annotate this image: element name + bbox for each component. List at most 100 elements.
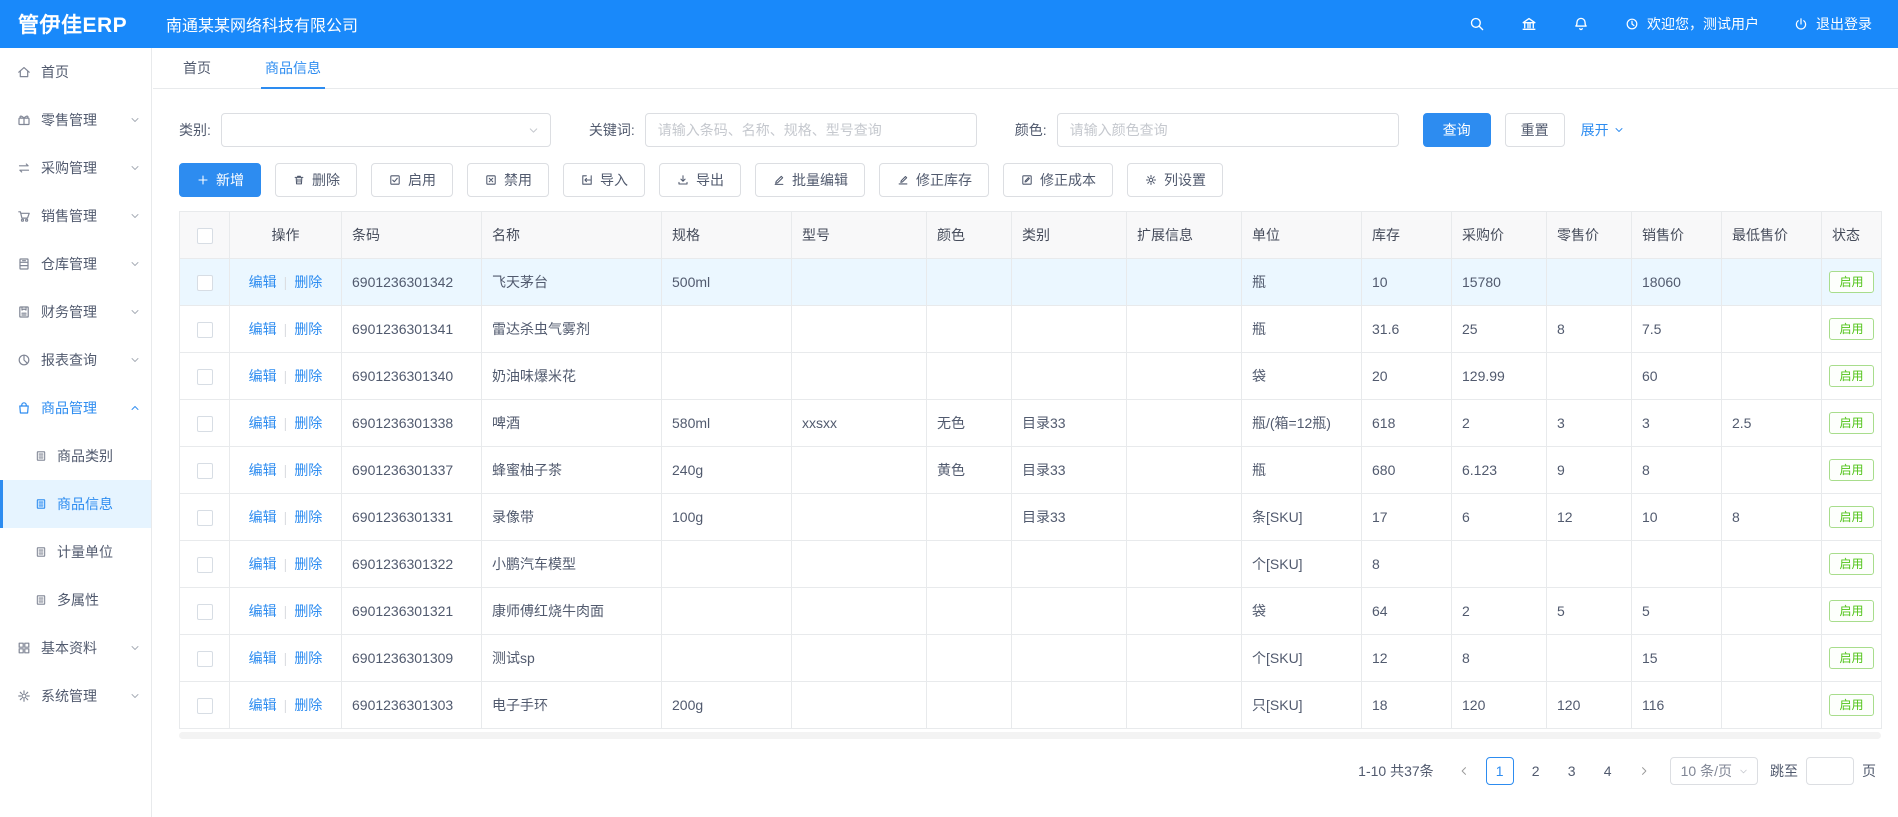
sidebar-item[interactable]: 计量单位 [0,528,151,576]
col-header-status: 状态 [1822,212,1882,259]
row-checkbox[interactable] [197,698,213,714]
toolbar-button[interactable]: 禁用 [467,163,549,197]
sidebar-item[interactable]: 零售管理 [0,96,151,144]
delete-link[interactable]: 删除 [294,603,322,619]
row-checkbox[interactable] [197,416,213,432]
edit-link[interactable]: 编辑 [249,321,277,337]
row-checkbox[interactable] [197,463,213,479]
cell-color [927,635,1012,682]
toolbar-button[interactable]: 批量编辑 [755,163,865,197]
action-toolbar: 新增 删除 启用 禁用 导入 [179,163,1880,197]
sidebar-item[interactable]: 商品类别 [0,432,151,480]
edit-link[interactable]: 编辑 [249,603,277,619]
edit-link[interactable]: 编辑 [249,697,277,713]
cell-purchase-price: 120 [1452,682,1547,729]
cell-purchase-price: 129.99 [1452,353,1547,400]
keyword-input[interactable] [645,113,977,147]
delete-link[interactable]: 删除 [294,697,322,713]
delete-link[interactable]: 删除 [294,274,322,290]
edit-link[interactable]: 编辑 [249,509,277,525]
edit-link[interactable]: 编辑 [249,368,277,384]
chevron-icon [129,210,141,222]
toolbar-button[interactable]: 列设置 [1127,163,1223,197]
jump-to-input[interactable] [1806,757,1854,785]
sidebar-item[interactable]: 多属性 [0,576,151,624]
cell-model: xxsxx [792,400,927,447]
edit-link[interactable]: 编辑 [249,274,277,290]
table-row: 编辑|删除 6901236301309 测试sp 个[SKU] 12 8 [180,635,1882,682]
sidebar-item[interactable]: 采购管理 [0,144,151,192]
horizontal-scrollbar[interactable] [179,732,1881,739]
edit-link[interactable]: 编辑 [249,462,277,478]
search-icon[interactable] [1468,15,1486,33]
delete-link[interactable]: 删除 [294,509,322,525]
bell-icon[interactable] [1572,15,1590,33]
select-all-checkbox[interactable] [197,228,213,244]
chevron-icon [129,402,141,414]
page-number-button[interactable]: 4 [1594,757,1622,785]
page-number-button[interactable]: 1 [1486,757,1514,785]
sidebar-item[interactable]: 销售管理 [0,192,151,240]
delete-link[interactable]: 删除 [294,321,322,337]
expand-link[interactable]: 展开 [1581,120,1625,140]
cell-color [927,541,1012,588]
cell-unit: 个[SKU] [1242,541,1362,588]
sidebar-item[interactable]: 基本资料 [0,624,151,672]
next-page-button[interactable] [1630,757,1658,785]
top-header-bar: 管伊佳ERP 南通某某网络科技有限公司 欢迎您，测试用户 退出登录 [0,0,1898,48]
cell-model [792,541,927,588]
page-number-button[interactable]: 2 [1522,757,1550,785]
institution-icon[interactable] [1520,15,1538,33]
row-checkbox[interactable] [197,322,213,338]
toolbar-button[interactable]: 新增 [179,163,261,197]
edit-link[interactable]: 编辑 [249,650,277,666]
tab-item[interactable]: 首页 [179,48,215,88]
delete-link[interactable]: 删除 [294,650,322,666]
toolbar-button-label: 列设置 [1164,170,1206,190]
toolbar-button[interactable]: 删除 [275,163,357,197]
delete-link[interactable]: 删除 [294,415,322,431]
category-select[interactable] [221,113,551,147]
delete-link[interactable]: 删除 [294,462,322,478]
cell-category [1012,588,1127,635]
toolbar-button[interactable]: 启用 [371,163,453,197]
row-checkbox[interactable] [197,369,213,385]
sidebar-item-icon [16,160,32,176]
link-separator: | [284,509,288,525]
cell-name: 飞天茅台 [482,259,662,306]
row-checkbox[interactable] [197,275,213,291]
cell-min-price [1722,635,1822,682]
welcome-user[interactable]: 欢迎您，测试用户 [1624,14,1759,34]
page-size-select[interactable]: 10 条/页 [1670,757,1758,785]
prev-page-button[interactable] [1450,757,1478,785]
toolbar-button[interactable]: 导入 [563,163,645,197]
chevron-icon [129,66,141,78]
row-checkbox[interactable] [197,651,213,667]
sidebar-item[interactable]: 系统管理 [0,672,151,720]
sidebar-item[interactable]: 商品信息 [0,480,151,528]
cell-barcode: 6901236301303 [342,682,482,729]
sidebar-item[interactable]: 商品管理 [0,384,151,432]
color-input[interactable] [1057,113,1399,147]
edit-link[interactable]: 编辑 [249,415,277,431]
toolbar-button[interactable]: 修正库存 [879,163,989,197]
row-checkbox[interactable] [197,557,213,573]
sidebar-item[interactable]: 财务管理 [0,288,151,336]
toolbar-button[interactable]: 修正成本 [1003,163,1113,197]
sidebar-item[interactable]: 报表查询 [0,336,151,384]
row-checkbox[interactable] [197,510,213,526]
delete-link[interactable]: 删除 [294,556,322,572]
sidebar-item[interactable]: 首页 [0,48,151,96]
reset-button[interactable]: 重置 [1505,113,1565,147]
sidebar-item[interactable]: 仓库管理 [0,240,151,288]
search-button[interactable]: 查询 [1423,113,1491,147]
cell-color [927,353,1012,400]
delete-link[interactable]: 删除 [294,368,322,384]
toolbar-button[interactable]: 导出 [659,163,741,197]
edit-link[interactable]: 编辑 [249,556,277,572]
logout-button[interactable]: 退出登录 [1793,14,1872,34]
tab-item[interactable]: 商品信息 [261,48,325,88]
page-number-button[interactable]: 3 [1558,757,1586,785]
table-header-row: 操作 条码 名称 规格 型号 颜色 类别 扩展信息 单位 库存 采购价 零售价 … [180,212,1882,259]
row-checkbox[interactable] [197,604,213,620]
